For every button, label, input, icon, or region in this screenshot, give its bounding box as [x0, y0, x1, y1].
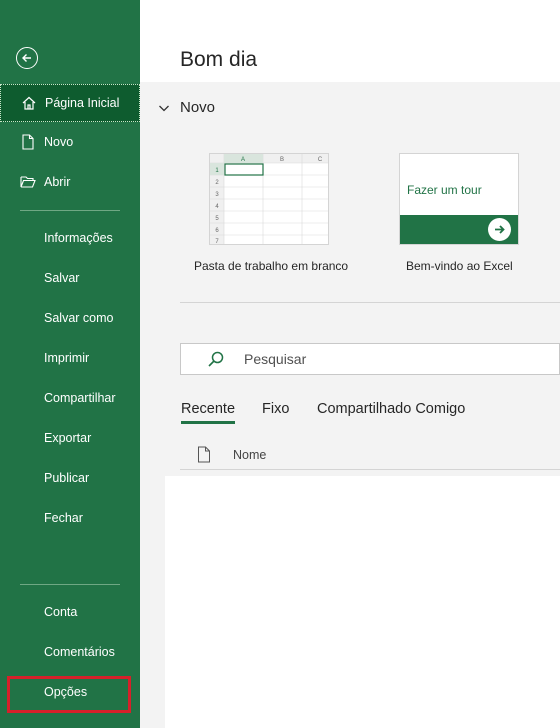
blank-workbook-label: Pasta de trabalho em branco [194, 259, 349, 273]
sidebar-divider [20, 210, 120, 211]
tab-shared-with-me[interactable]: Compartilhado Comigo [317, 401, 465, 417]
search-input[interactable]: Pesquisar [180, 343, 560, 375]
nav-item-label: Informações [44, 231, 113, 245]
file-icon [198, 446, 210, 463]
column-header: A [241, 157, 245, 163]
nav-item-export[interactable]: Exportar [0, 419, 140, 457]
nav-item-label: Conta [44, 605, 78, 619]
nav-item-label: Salvar como [44, 311, 114, 325]
nav-item-save[interactable]: Salvar [0, 259, 140, 297]
file-list-header: Nome [180, 440, 560, 470]
greeting-header: Bom dia [140, 0, 560, 82]
search-placeholder: Pesquisar [244, 351, 307, 367]
new-document-icon [19, 133, 37, 151]
nav-item-label: Fechar [44, 511, 83, 525]
nav-item-label: Publicar [44, 471, 90, 485]
nav-item-close[interactable]: Fechar [0, 499, 140, 537]
nav-item-publish[interactable]: Publicar [0, 459, 140, 497]
nav-item-label: Salvar [44, 271, 80, 285]
options-highlight-box [7, 676, 131, 713]
nav-item-label: Novo [44, 135, 74, 149]
tab-pinned[interactable]: Fixo [262, 401, 289, 417]
nav-item-label: Imprimir [44, 351, 90, 365]
chevron-down-icon [159, 105, 169, 111]
welcome-tour-tile[interactable]: Fazer um tour [399, 153, 519, 245]
tour-banner [400, 215, 518, 244]
nav-item-account[interactable]: Conta [0, 593, 140, 631]
nav-item-label: Abrir [44, 175, 71, 189]
column-header: B [280, 157, 284, 163]
recent-file-list [165, 476, 560, 728]
nav-item-print[interactable]: Imprimir [0, 339, 140, 377]
name-column-header[interactable]: Nome [233, 448, 266, 462]
new-section-label: Novo [180, 99, 216, 116]
nav-item-home[interactable]: Página Inicial [0, 84, 140, 122]
column-header: C [318, 157, 323, 163]
home-icon [20, 94, 38, 112]
nav-item-info[interactable]: Informações [0, 219, 140, 257]
nav-item-label: Compartilhar [44, 391, 116, 405]
backstage-main: Bom dia Novo A B C 1 2 3 4 5 6 7 Pasta d… [140, 0, 560, 728]
page-title: Bom dia [180, 48, 258, 71]
blank-workbook-tile[interactable]: A B C 1 2 3 4 5 6 7 [209, 153, 329, 245]
nav-item-new[interactable]: Novo [0, 123, 140, 161]
nav-item-label: Comentários [44, 645, 115, 659]
nav-item-label: Exportar [44, 431, 92, 445]
backstage-sidebar: Página Inicial Novo Abrir Informações Sa… [0, 0, 140, 728]
folder-open-icon [19, 173, 37, 191]
nav-item-share[interactable]: Compartilhar [0, 379, 140, 417]
section-divider [180, 302, 560, 303]
spreadsheet-thumbnail: A B C 1 2 3 4 5 6 7 [210, 154, 328, 245]
nav-item-feedback[interactable]: Comentários [0, 633, 140, 671]
back-arrow-icon [22, 54, 31, 62]
sidebar-divider [20, 584, 120, 585]
back-button[interactable] [16, 47, 38, 69]
nav-item-save-as[interactable]: Salvar como [0, 299, 140, 337]
tour-thumb-text: Fazer um tour [407, 183, 482, 197]
nav-item-label: Página Inicial [45, 96, 120, 110]
new-section-toggle[interactable]: Novo [157, 99, 215, 116]
welcome-tour-label: Bem-vindo ao Excel [406, 259, 513, 273]
search-icon [208, 351, 224, 367]
tab-recent[interactable]: Recente [181, 401, 236, 424]
nav-item-open[interactable]: Abrir [0, 163, 140, 201]
arrow-right-icon [488, 218, 511, 241]
